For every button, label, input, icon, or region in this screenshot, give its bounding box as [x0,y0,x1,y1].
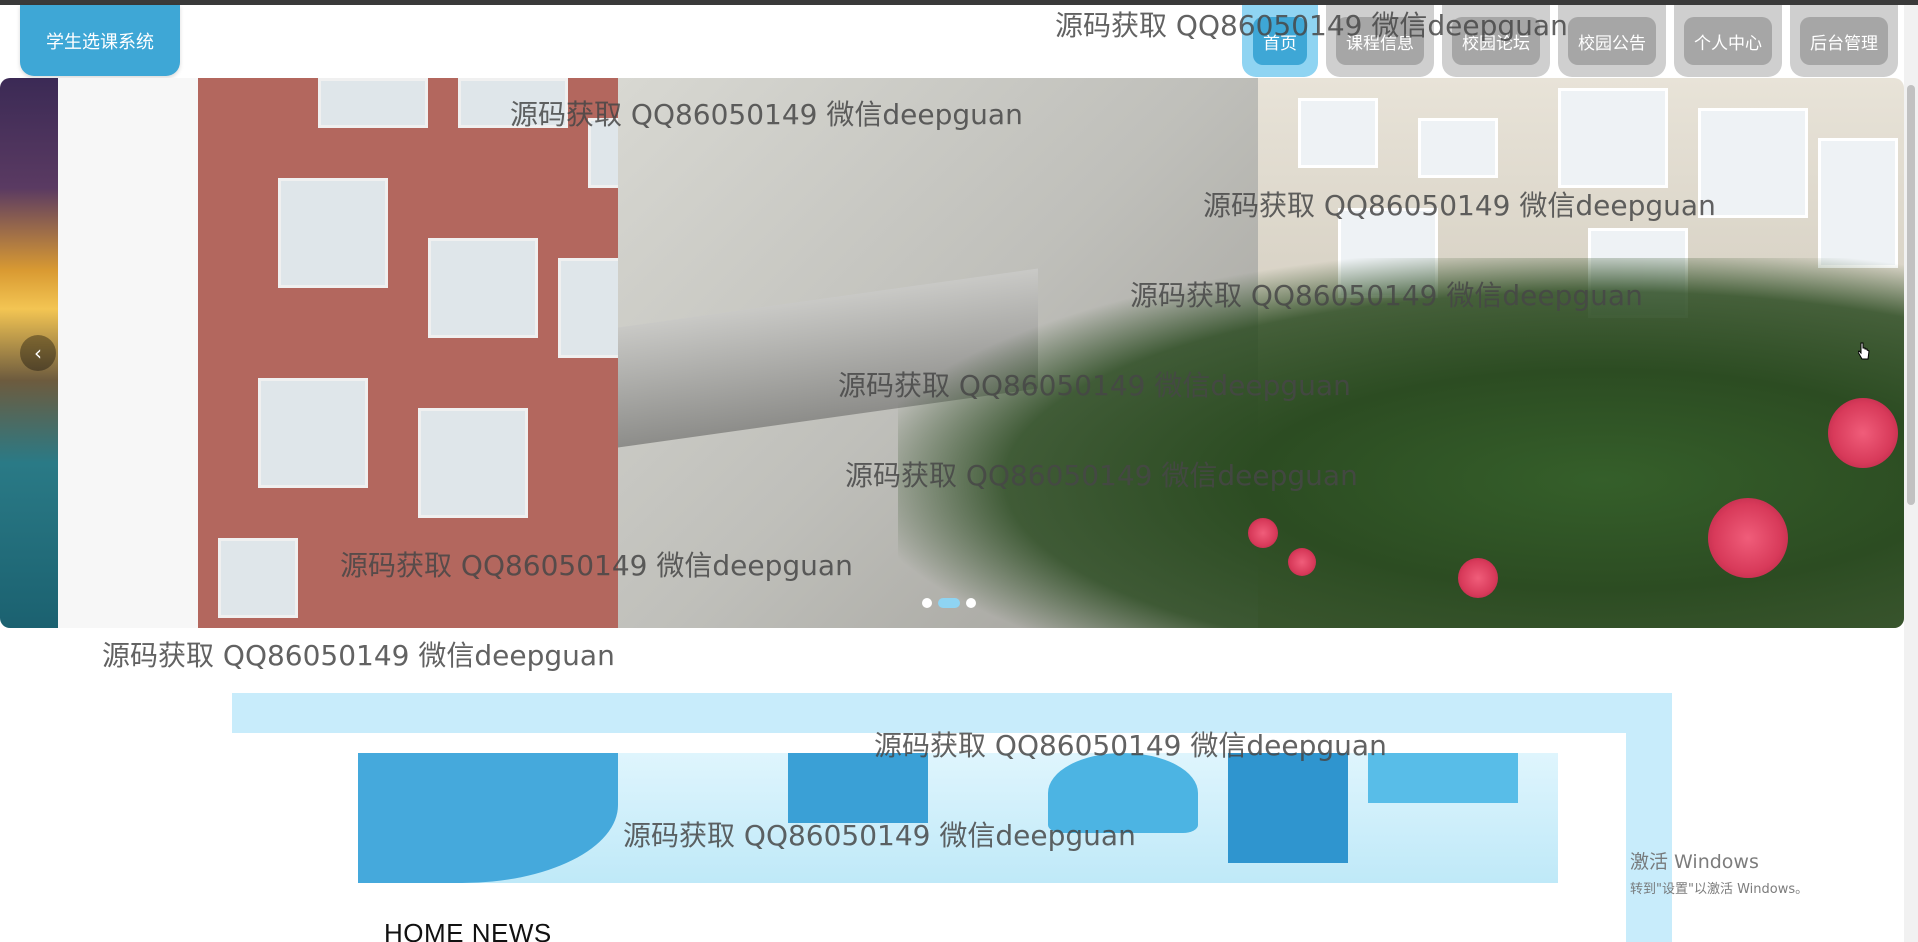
flower [1458,558,1498,598]
nav-item-label: 个人中心 [1684,17,1772,65]
chevron-left-icon: ‹ [34,341,42,365]
watermark-text: 源码获取 QQ86050149 微信deepguan [102,639,615,672]
site-logo[interactable]: 学生选课系统 [20,5,180,76]
news-section-title: HOME NEWS [384,918,552,942]
carousel-dot[interactable] [966,598,976,608]
nav-item-admin[interactable]: 后台管理 [1790,5,1898,77]
watermark-text: 源码获取 QQ86050149 微信deepguan [340,549,853,582]
activation-subtitle: 转到"设置"以激活 Windows。 [1630,882,1809,897]
watermark-text: 源码获取 QQ86050149 微信deepguan [874,729,1387,762]
page-scrollbar[interactable] [1904,5,1918,942]
nav-item-profile[interactable]: 个人中心 [1674,5,1782,77]
carousel-active-slide [58,78,1904,628]
slide-edge [58,78,198,628]
nav-item-label: 校园公告 [1568,17,1656,65]
flower [1828,398,1898,468]
flower [1708,498,1788,578]
watermark-text: 源码获取 QQ86050149 微信deepguan [845,459,1358,492]
watermark-text: 源码获取 QQ86050149 微信deepguan [1203,189,1716,222]
hand-cursor-icon [1858,342,1870,360]
watermark-text: 源码获取 QQ86050149 微信deepguan [623,819,1136,852]
activation-title: 激活 Windows [1630,851,1759,873]
watermark-text: 源码获取 QQ86050149 微信deepguan [510,98,1023,131]
watermark-text: 源码获取 QQ86050149 微信deepguan [1055,9,1568,42]
nav-item-announcements[interactable]: 校园公告 [1558,5,1666,77]
scrollbar-thumb[interactable] [1907,85,1915,505]
carousel-prev-button[interactable]: ‹ [20,335,56,371]
flower [1288,548,1316,576]
carousel-dot-active[interactable] [938,598,960,608]
watermark-text: 源码获取 QQ86050149 微信deepguan [838,369,1351,402]
carousel-indicators [922,598,976,608]
hero-carousel[interactable]: ‹ [0,78,1904,628]
watermark-text: 源码获取 QQ86050149 微信deepguan [1130,279,1643,312]
windows-activation-notice: 激活 Windows 转到"设置"以激活 Windows。 [1630,847,1808,897]
page: 学生选课系统 首页 课程信息 校园论坛 校园公告 个人中心 后台管理 ‹ HOM… [0,0,1918,942]
news-side-strip [1626,693,1672,942]
flower [1248,518,1278,548]
nav-item-label: 后台管理 [1800,17,1888,65]
carousel-dot[interactable] [922,598,932,608]
